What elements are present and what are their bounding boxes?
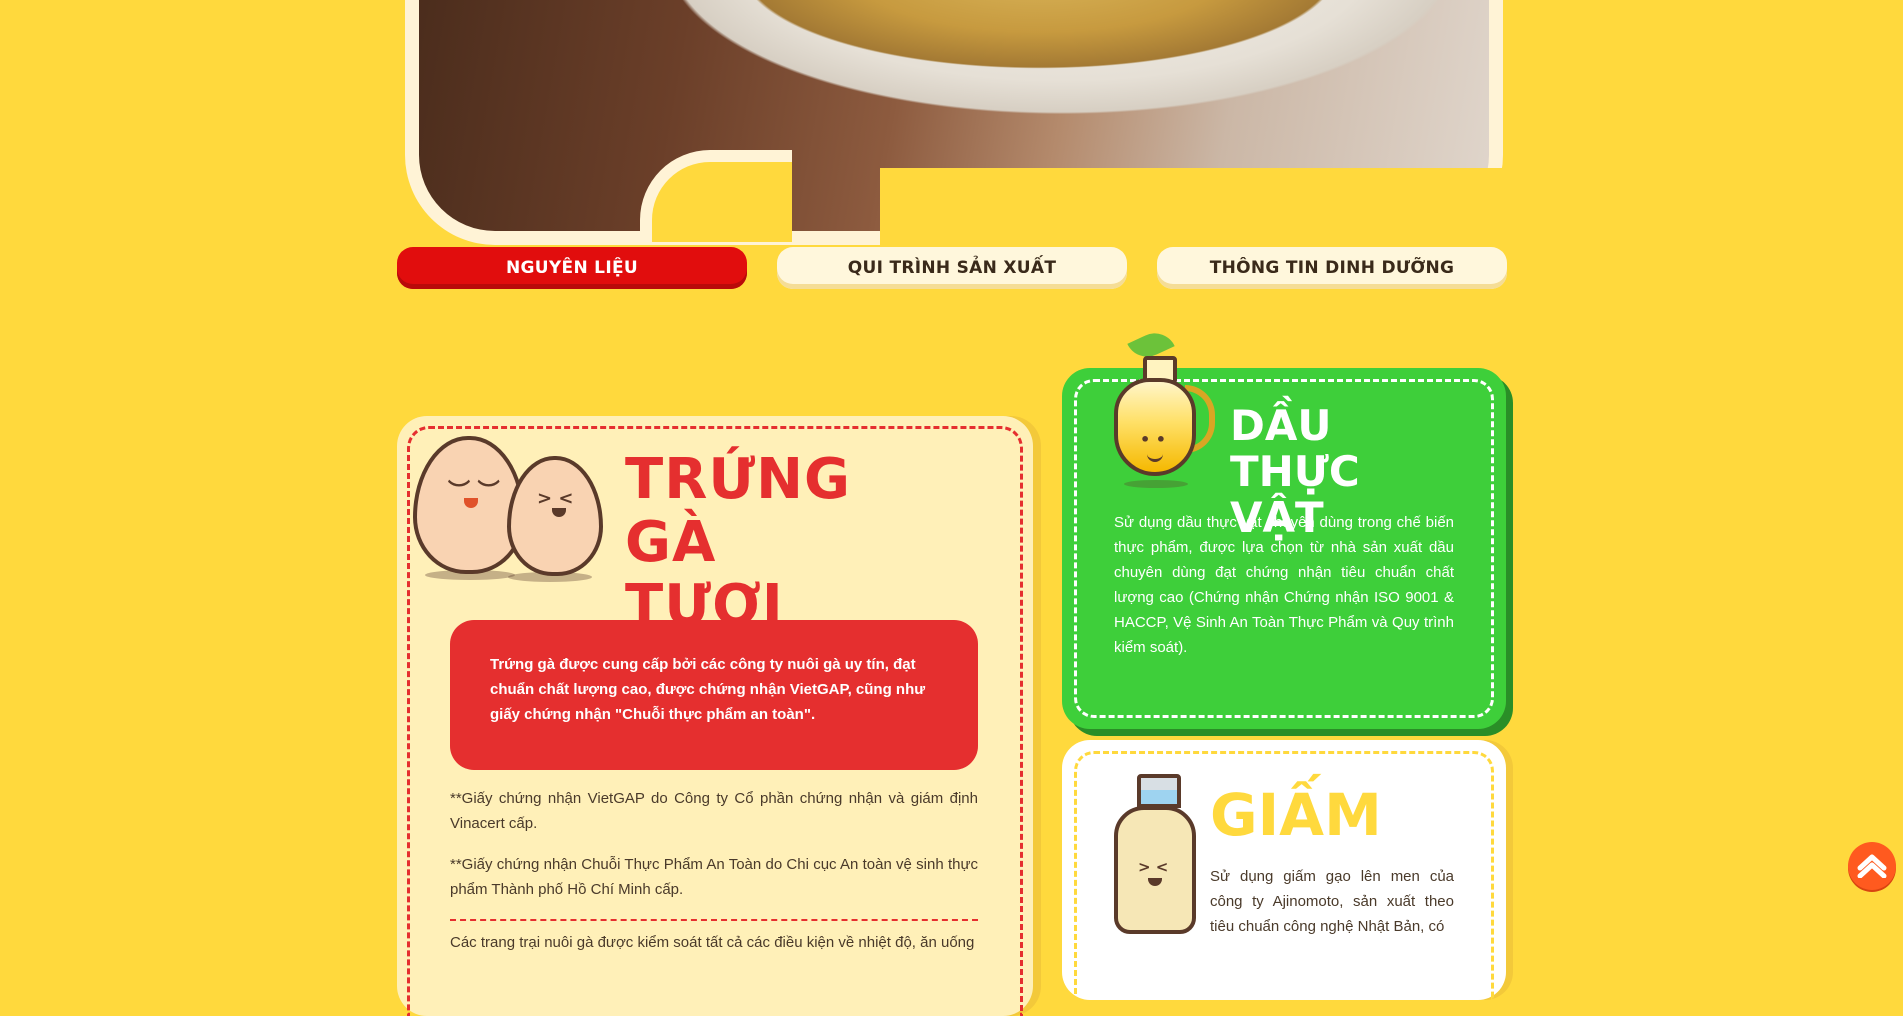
egg-title-line1: TRỨNG GÀ	[625, 447, 851, 575]
egg-note-farm: Các trang trại nuôi gà được kiểm soát tấ…	[450, 934, 975, 951]
vinegar-description: Sử dụng giấm gạo lên men của công ty Aji…	[1210, 868, 1454, 935]
tab-thong-tin-dinh-duong[interactable]: THÔNG TIN DINH DƯỠNG	[1157, 247, 1507, 289]
oil-description: Sử dụng dầu thực vật chuyên dùng trong c…	[1114, 514, 1454, 656]
oil-title-line1: DẦU THỰC	[1230, 401, 1360, 496]
tab-label: QUI TRÌNH SẢN XUẤT	[847, 258, 1057, 278]
tab-label: THÔNG TIN DINH DƯỠNG	[1209, 258, 1455, 278]
chevron-up-icon	[1857, 854, 1887, 878]
egg-note-chuoi-thuc-pham: **Giấy chứng nhận Chuỗi Thực Phẩm An Toà…	[450, 856, 978, 898]
egg-highlight-box: Trứng gà được cung cấp bởi các công ty n…	[450, 620, 978, 770]
tab-label: NGUYÊN LIỆU	[506, 258, 638, 278]
hero-bubble-bottom	[880, 168, 1520, 248]
egg-note-vietgap: **Giấy chứng nhận VietGAP do Công ty Cổ …	[450, 790, 978, 832]
tab-nguyen-lieu[interactable]: NGUYÊN LIỆU	[397, 247, 747, 289]
vinegar-title: GIẤM	[1210, 781, 1382, 849]
egg-divider	[450, 919, 978, 921]
tab-qui-trinh-san-xuat[interactable]: QUI TRÌNH SẢN XUẤT	[777, 247, 1127, 289]
scroll-top-button[interactable]	[1848, 842, 1896, 890]
egg-title: TRỨNG GÀ TƯƠI	[625, 448, 955, 637]
egg-highlight-text: Trứng gà được cung cấp bởi các công ty n…	[490, 656, 926, 723]
